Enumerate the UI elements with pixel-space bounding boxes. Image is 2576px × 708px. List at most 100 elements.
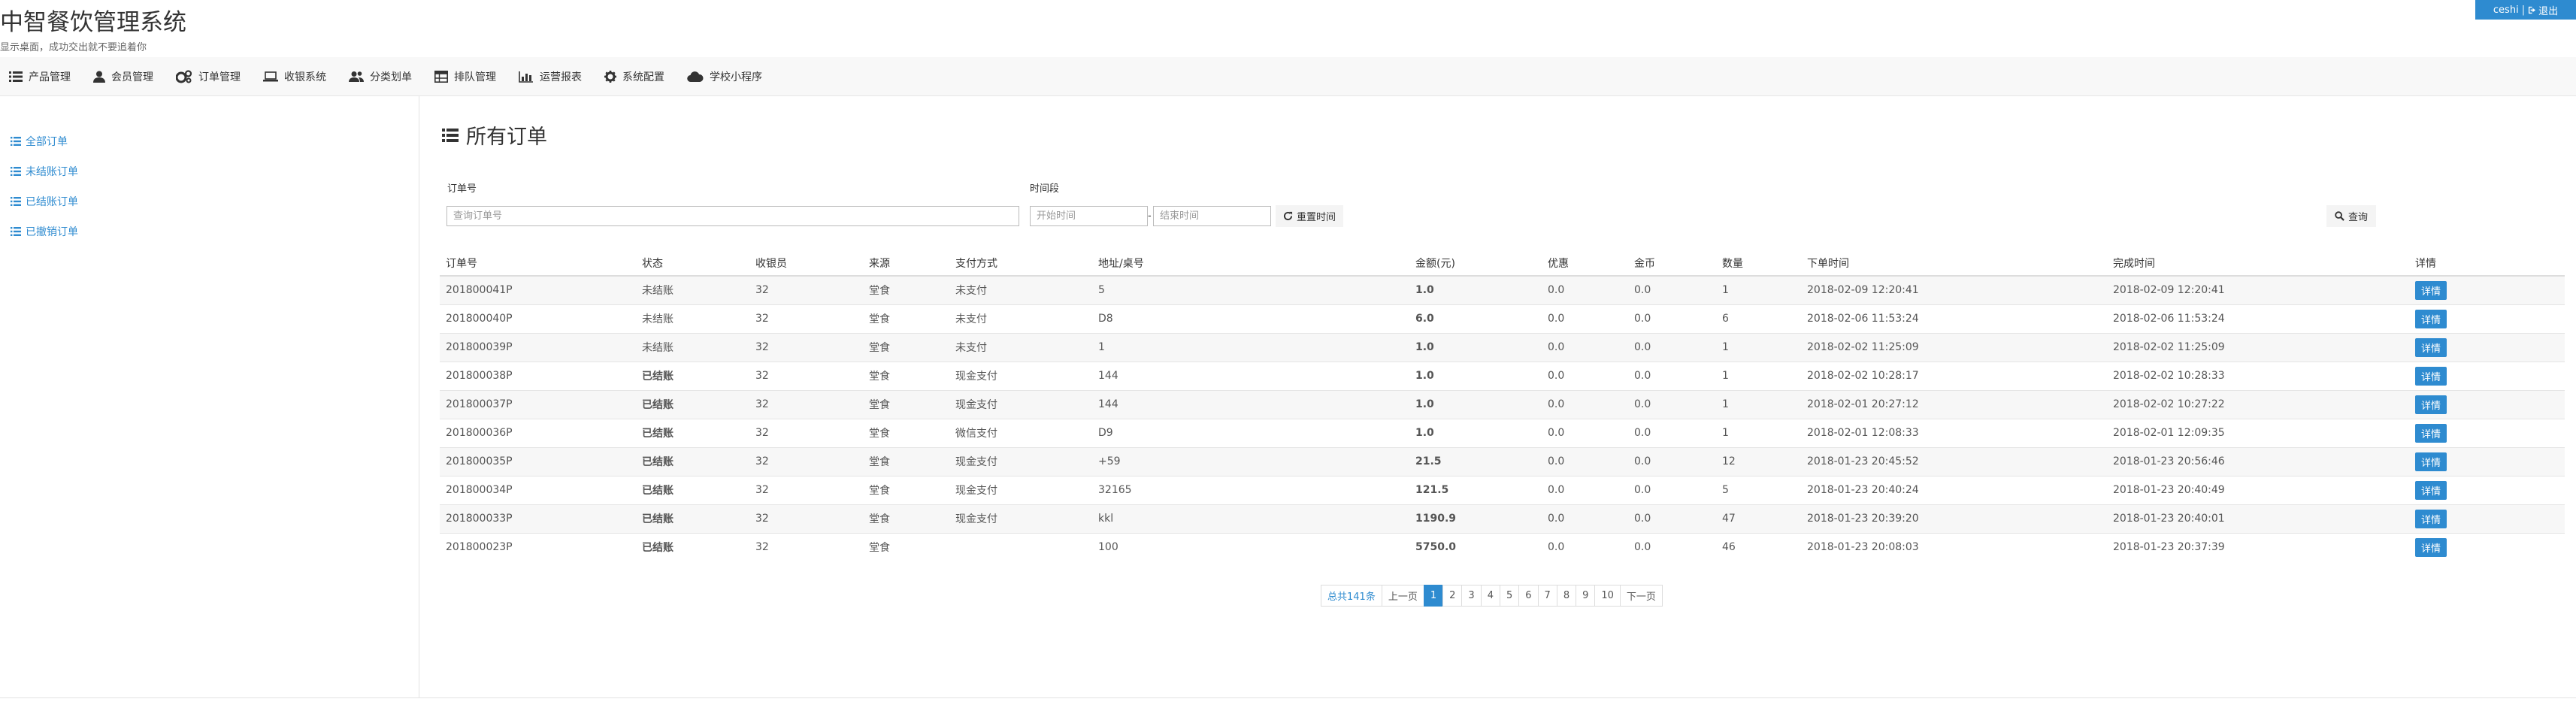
order-time-cell: 2018-02-01 20:27:12 bbox=[1801, 389, 2107, 419]
list-icon bbox=[9, 71, 23, 82]
refresh-icon bbox=[1283, 211, 1293, 221]
payment-method-cell: 现金支付 bbox=[949, 475, 1092, 504]
nav-item-settings[interactable]: 系统配置 bbox=[604, 57, 664, 96]
sidebar-item-cancelled-orders[interactable]: 已撤销订单 bbox=[11, 224, 78, 239]
coins-cell: 0.0 bbox=[1628, 532, 1716, 561]
address-table-cell: 1 bbox=[1092, 332, 1409, 362]
detail-cell: 详情 bbox=[2409, 504, 2565, 533]
cloud-icon bbox=[687, 71, 704, 82]
pagination-page-9[interactable]: 9 bbox=[1576, 585, 1596, 607]
page-title-text: 所有订单 bbox=[466, 126, 547, 149]
complete-time-cell: 2018-01-23 20:56:46 bbox=[2107, 446, 2409, 476]
gear-icon bbox=[604, 70, 616, 83]
end-time-input[interactable] bbox=[1153, 206, 1271, 226]
table-row: 201800023P 已结账 32 堂食 100 5750.0 0.0 0.0 46 2018-0… bbox=[440, 532, 2565, 561]
app-subtitle: 显示桌面，成功交出就不要追着你 bbox=[0, 42, 147, 53]
sidebar: 全部订单 未结账订单 已结账订单 已撤销订单 bbox=[0, 96, 419, 697]
coins-cell: 0.0 bbox=[1628, 389, 1716, 419]
coins-cell: 0.0 bbox=[1628, 304, 1716, 333]
order-number-cell: 201800033P bbox=[440, 504, 636, 533]
discount-cell: 0.0 bbox=[1542, 304, 1628, 333]
detail-cell: 详情 bbox=[2409, 446, 2565, 476]
coins-cell: 0.0 bbox=[1628, 504, 1716, 533]
table-row: 201800039P 未结账 32 堂食 未支付 1 1.0 0.0 0.0 1 2018-02-0… bbox=[440, 332, 2565, 362]
order-no-label: 订单号 bbox=[447, 183, 477, 195]
table-row: 201800035P 已结账 32 堂食 现金支付 +59 21.5 0.0 0.0 12 2018… bbox=[440, 446, 2565, 476]
column-header: 收银员 bbox=[749, 250, 863, 277]
search-button[interactable]: 查询 bbox=[2326, 205, 2377, 227]
table-row: 201800034P 已结账 32 堂食 现金支付 32165 121.5 0.0 0.0 5 20… bbox=[440, 475, 2565, 504]
reset-time-button[interactable]: 重置时间 bbox=[1276, 205, 1344, 227]
source-cell: 堂食 bbox=[863, 389, 949, 419]
nav-item-queue[interactable]: 排队管理 bbox=[434, 57, 496, 96]
source-cell: 堂食 bbox=[863, 361, 949, 390]
detail-button[interactable]: 详情 bbox=[2415, 280, 2447, 300]
nav-item-members[interactable]: 会员管理 bbox=[93, 57, 153, 96]
discount-cell: 0.0 bbox=[1542, 389, 1628, 419]
start-time-input[interactable] bbox=[1030, 206, 1148, 226]
status-badge: 未结账 bbox=[636, 275, 749, 304]
table-header-row: 订单号 状态 收银员 来源 支付方式 地址/桌号 金额(元) 优惠 金币 数量 … bbox=[440, 250, 2565, 277]
pagination-page-7[interactable]: 7 bbox=[1537, 585, 1557, 607]
logout-icon bbox=[2528, 6, 2536, 14]
search-icon bbox=[2335, 211, 2344, 221]
payment-method-cell: 现金支付 bbox=[949, 504, 1092, 533]
logout-link[interactable]: 退出 bbox=[2528, 3, 2558, 17]
sidebar-item-settled-orders[interactable]: 已结账订单 bbox=[11, 194, 78, 209]
coins-cell: 0.0 bbox=[1628, 332, 1716, 362]
logout-label: 退出 bbox=[2538, 5, 2559, 17]
nav-item-orders[interactable]: 订单管理 bbox=[176, 57, 241, 96]
pagination-page-1[interactable]: 1 bbox=[1423, 585, 1444, 607]
app-title: 中智餐饮管理系统 bbox=[0, 9, 186, 36]
nav-item-category[interactable]: 分类划单 bbox=[349, 57, 412, 96]
order-no-input[interactable] bbox=[446, 206, 1019, 226]
cashier-cell: 32 bbox=[749, 532, 863, 561]
address-table-cell: 100 bbox=[1092, 532, 1409, 561]
nav-item-reports[interactable]: 运营报表 bbox=[519, 57, 582, 96]
quantity-cell: 5 bbox=[1716, 475, 1801, 504]
pagination-page-4[interactable]: 4 bbox=[1480, 585, 1500, 607]
address-table-cell: kkl bbox=[1092, 504, 1409, 533]
pagination-page-10[interactable]: 10 bbox=[1594, 585, 1621, 607]
order-number-cell: 201800041P bbox=[440, 275, 636, 304]
sidebar-item-unsettled-orders[interactable]: 未结账订单 bbox=[11, 164, 78, 179]
column-header: 金额(元) bbox=[1409, 250, 1542, 277]
pagination-next[interactable]: 下一页 bbox=[1619, 585, 1663, 607]
order-number-cell: 201800039P bbox=[440, 332, 636, 362]
pagination-page-2[interactable]: 2 bbox=[1442, 585, 1463, 607]
pagination-page-6[interactable]: 6 bbox=[1518, 585, 1539, 607]
nav-item-miniprogram[interactable]: 学校小程序 bbox=[687, 57, 762, 96]
cashier-cell: 32 bbox=[749, 304, 863, 333]
column-header: 来源 bbox=[863, 250, 949, 277]
table-icon bbox=[434, 70, 448, 83]
nav-item-products[interactable]: 产品管理 bbox=[9, 57, 71, 96]
address-table-cell: 144 bbox=[1092, 389, 1409, 419]
detail-button[interactable]: 详情 bbox=[2415, 395, 2447, 414]
user-menu[interactable]: ceshi | 退出 bbox=[2475, 0, 2576, 20]
nav-label: 系统配置 bbox=[622, 71, 664, 83]
detail-button[interactable]: 详情 bbox=[2415, 452, 2447, 471]
table-row: 201800041P 未结账 32 堂食 未支付 5 1.0 0.0 0.0 1 2018-02-0… bbox=[440, 275, 2565, 304]
detail-button[interactable]: 详情 bbox=[2415, 309, 2447, 328]
pagination-prev[interactable]: 上一页 bbox=[1381, 585, 1424, 607]
username[interactable]: ceshi bbox=[2493, 5, 2519, 16]
detail-button[interactable]: 详情 bbox=[2415, 509, 2447, 528]
pagination-page-5[interactable]: 5 bbox=[1499, 585, 1520, 607]
pagination-page-3[interactable]: 3 bbox=[1461, 585, 1482, 607]
detail-button[interactable]: 详情 bbox=[2415, 480, 2447, 500]
detail-button[interactable]: 详情 bbox=[2415, 537, 2447, 557]
detail-button[interactable]: 详情 bbox=[2415, 366, 2447, 386]
source-cell: 堂食 bbox=[863, 532, 949, 561]
pagination-page-8[interactable]: 8 bbox=[1556, 585, 1577, 607]
detail-button[interactable]: 详情 bbox=[2415, 337, 2447, 357]
order-number-cell: 201800034P bbox=[440, 475, 636, 504]
sidebar-item-label: 未结账订单 bbox=[26, 166, 78, 178]
cashier-cell: 32 bbox=[749, 275, 863, 304]
nav-item-cashier[interactable]: 收银系统 bbox=[263, 57, 326, 96]
address-table-cell: D9 bbox=[1092, 418, 1409, 447]
cashier-cell: 32 bbox=[749, 418, 863, 447]
sidebar-item-all-orders[interactable]: 全部订单 bbox=[11, 134, 68, 149]
order-time-cell: 2018-02-01 12:08:33 bbox=[1801, 418, 2107, 447]
detail-button[interactable]: 详情 bbox=[2415, 423, 2447, 443]
list-icon bbox=[442, 128, 459, 142]
